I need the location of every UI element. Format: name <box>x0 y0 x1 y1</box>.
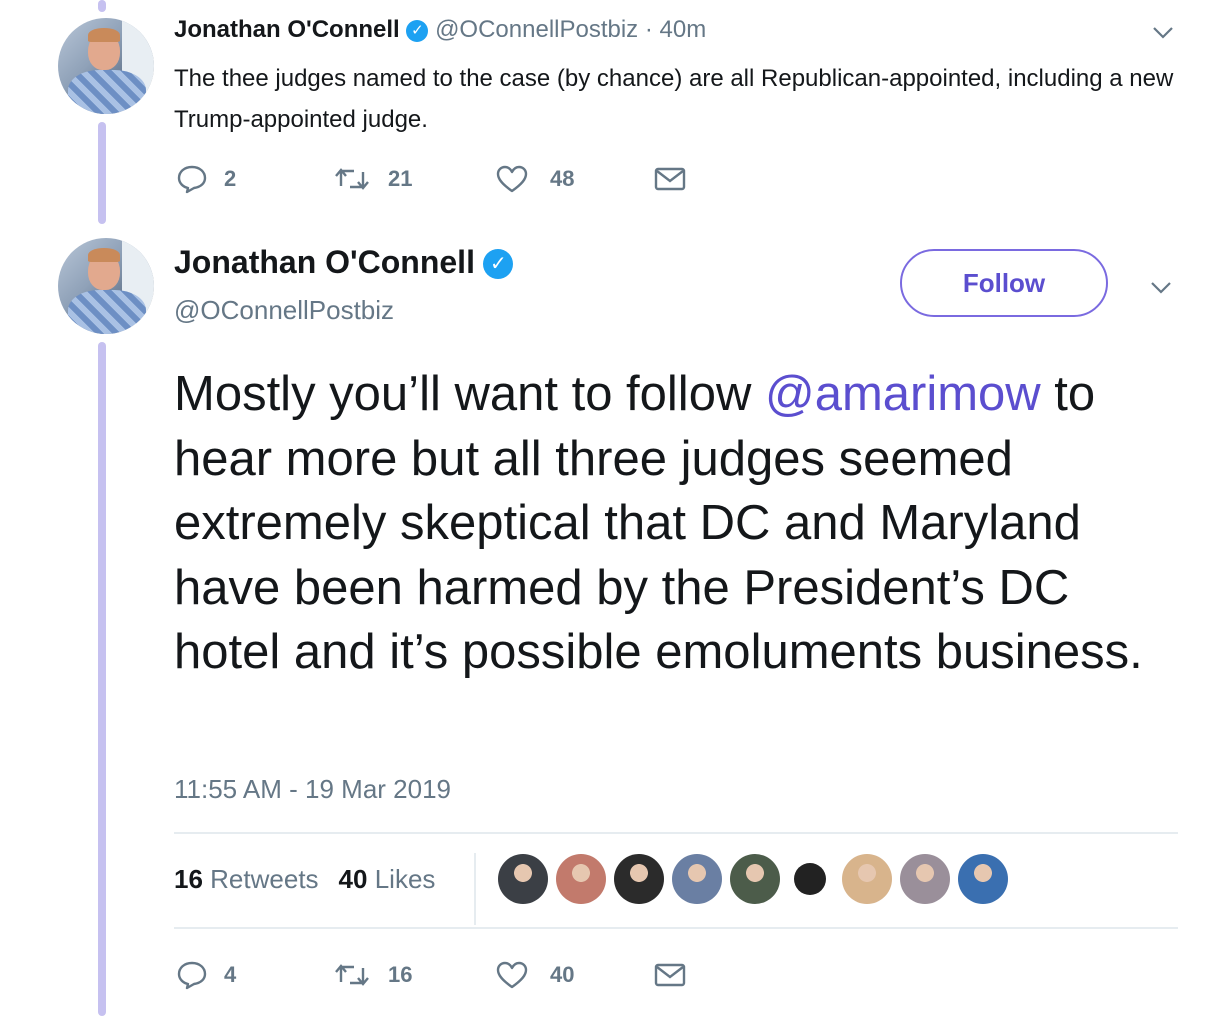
liker-avatar-8[interactable] <box>900 854 950 904</box>
envelope-icon <box>654 962 686 988</box>
retweet-stat-count: 16 <box>174 864 203 894</box>
stats-divider <box>474 853 476 925</box>
chevron-down-icon[interactable] <box>1152 26 1173 42</box>
like-stat-count: 40 <box>338 864 368 894</box>
avatar[interactable] <box>58 238 154 334</box>
reply-count: 4 <box>224 962 237 987</box>
author-name[interactable]: Jonathan O'Connell <box>174 244 475 280</box>
tweet-text: The thee judges named to the case (by ch… <box>174 65 1174 133</box>
retweet-icon <box>334 166 370 192</box>
heart-icon <box>496 961 528 989</box>
direct-message-button[interactable] <box>654 166 686 192</box>
divider <box>174 832 1178 834</box>
reply-icon <box>176 960 208 990</box>
thread-line-top <box>98 0 106 12</box>
thread-line-bottom <box>98 342 106 1016</box>
like-button[interactable]: 40 <box>496 961 654 989</box>
liker-avatar-3[interactable] <box>614 854 664 904</box>
reply-icon <box>176 164 208 194</box>
retweet-button[interactable]: 21 <box>334 166 496 192</box>
verified-badge-icon: ✓ <box>406 20 429 42</box>
liker-avatar-1[interactable] <box>498 854 548 904</box>
like-count: 40 <box>550 962 575 987</box>
likes-stat[interactable]: 40 Likes <box>339 864 436 894</box>
reply-button[interactable]: 4 <box>176 960 334 990</box>
like-stat-label: Likes <box>374 864 436 894</box>
author-name[interactable]: Jonathan O'Connell <box>174 16 400 43</box>
tweet-actions: 2 21 48 <box>176 162 686 196</box>
reply-button[interactable]: 2 <box>176 164 334 194</box>
liker-avatars <box>498 854 1016 904</box>
separator: · <box>644 16 653 43</box>
tweet-stats: 16 Retweets 40 Likes <box>174 864 435 895</box>
retweet-button[interactable]: 16 <box>334 962 496 988</box>
mention-link[interactable]: @amarimow <box>765 367 1041 421</box>
tweet-text-part: Mostly you’ll want to follow <box>174 367 765 421</box>
divider <box>174 927 1178 929</box>
direct-message-button[interactable] <box>654 962 686 988</box>
like-count: 48 <box>550 166 575 191</box>
tweet-timestamp[interactable]: 11:55 AM - 19 Mar 2019 <box>174 774 451 805</box>
retweets-stat[interactable]: 16 Retweets <box>174 864 319 894</box>
author-handle[interactable]: @OConnellPostbiz <box>435 16 638 43</box>
heart-icon <box>496 165 528 193</box>
tweet-time[interactable]: 40m <box>660 16 707 43</box>
retweet-count: 16 <box>388 962 413 987</box>
envelope-icon <box>654 166 686 192</box>
avatar[interactable] <box>58 18 154 114</box>
liker-avatar-7[interactable] <box>842 854 892 904</box>
tweet1-header: Jonathan O'Connell ✓ @OConnellPostbiz · … <box>174 16 706 44</box>
tweet-text: Mostly you’ll want to follow @amarimow t… <box>174 362 1184 685</box>
tweet-actions: 4 16 40 <box>176 958 686 992</box>
reply-count: 2 <box>224 166 237 191</box>
retweet-count: 21 <box>388 166 413 191</box>
tweet2-header: Jonathan O'Connell ✓ <box>174 244 514 281</box>
like-button[interactable]: 48 <box>496 165 654 193</box>
retweet-icon <box>334 962 370 988</box>
author-handle[interactable]: @OConnellPostbiz <box>174 295 394 326</box>
verified-badge-icon: ✓ <box>483 249 514 279</box>
liker-avatar-4[interactable] <box>672 854 722 904</box>
follow-button[interactable]: Follow <box>900 249 1108 317</box>
thread-line-middle <box>98 122 106 224</box>
chevron-down-icon[interactable] <box>1150 281 1171 297</box>
liker-avatar-6[interactable] <box>794 863 826 895</box>
retweet-stat-label: Retweets <box>210 864 319 894</box>
liker-avatar-9[interactable] <box>958 854 1008 904</box>
liker-avatar-5[interactable] <box>730 854 780 904</box>
liker-avatar-2[interactable] <box>556 854 606 904</box>
